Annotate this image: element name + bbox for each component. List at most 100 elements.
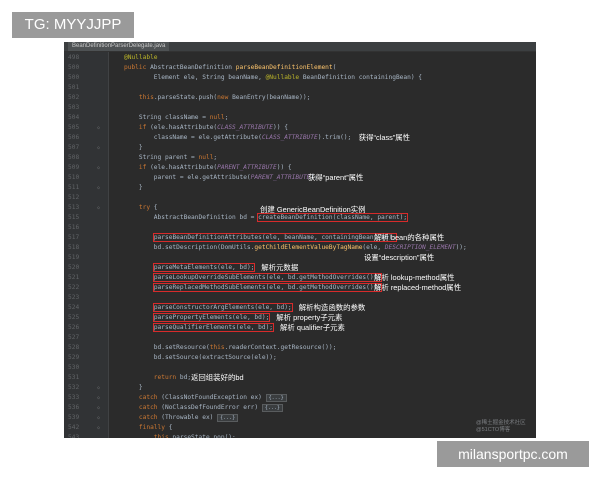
line-number: 503 [68,104,80,111]
line-number: 508 [68,154,80,161]
code-line[interactable]: 542 ◇ finally { [64,423,536,433]
code-token: String className = [124,114,210,121]
line-number: 526 [68,324,80,331]
highlighted-call: parseConstructorArgElements(ele, bd); [152,303,293,312]
code-line[interactable]: 520 parseMetaElements(ele, bd); [64,263,536,273]
code-text: parseReplacedMethodSubElements(ele, bd.g… [124,283,383,293]
code-line[interactable]: 519 [64,253,536,263]
editor-tab[interactable]: BeanDefinitionParserDelegate.java [68,42,170,51]
code-token: AbstractBeanDefinition [150,64,236,71]
code-line[interactable]: 512 [64,193,536,203]
line-number: 524 [68,304,80,311]
line-number: 509 [68,164,80,171]
code-line[interactable]: 498 @Nullable [64,53,536,63]
fold-marker-icon[interactable]: ◇ [97,203,103,213]
code-line[interactable]: 518 bd.setDescription(DomUtils.getChildE… [64,243,536,253]
code-text: String parent = null; [124,153,217,163]
code-line[interactable]: 506 className = ele.getAttribute(CLASS_A… [64,133,536,143]
code-line[interactable]: 515 AbstractBeanDefinition bd = createBe… [64,213,536,223]
code-line[interactable]: 532 ◇ } [64,383,536,393]
code-text: AbstractBeanDefinition bd = createBeanDe… [124,213,409,223]
code-text: bd.setResource(this.readerContext.getRes… [124,343,337,353]
annotation-note: 获得“class”属性 [358,133,411,142]
code-line[interactable]: 516 [64,223,536,233]
code-token: (ClassNotFoundException ex) [157,394,266,401]
code-token: public [124,64,151,71]
line-number: 523 [68,294,80,301]
code-token: (Throwable ex) [157,414,218,421]
code-line[interactable]: 527 [64,333,536,343]
code-text: } [124,143,143,153]
code-line[interactable]: 503 [64,103,536,113]
line-number: 500 [68,64,80,71]
fold-marker-icon[interactable]: ◇ [97,403,103,413]
fold-marker-icon[interactable]: ◇ [97,423,103,433]
code-line[interactable]: 543 this.parseState.pop(); [64,433,536,438]
code-token: this [124,94,154,101]
code-editor[interactable]: BeanDefinitionParserDelegate.java 498 @Nu… [64,42,536,438]
code-token: } [124,184,143,191]
code-line[interactable]: 500 Element ele, String beanName, @Nulla… [64,73,536,83]
code-token: new [217,94,233,101]
code-text: className = ele.getAttribute(CLASS_ATTRI… [124,133,351,143]
code-text: parsePropertyElements(ele, bd); [124,313,271,323]
code-token: bd.setDescription(DomUtils. [124,244,255,251]
code-token: (ele.hasAttribute( [146,164,218,171]
fold-marker-icon[interactable]: ◇ [97,393,103,403]
code-line[interactable]: 531 return bd; [64,373,536,383]
editor-tab-bar: BeanDefinitionParserDelegate.java [64,42,536,52]
code-line[interactable]: 528 bd.setResource(this.readerContext.ge… [64,343,536,353]
fold-marker-icon[interactable]: ◇ [97,183,103,193]
line-number: 505 [68,124,80,131]
code-token: PARENT_ATTRIBUTE [250,174,311,181]
annotation-note: 解析 bean的各种属性 [374,233,445,242]
collapsed-block[interactable]: {...} [217,414,239,422]
fold-marker-icon[interactable]: ◇ [97,383,103,393]
code-line[interactable]: 539 ◇ catch (Throwable ex) {...} [64,413,536,423]
code-token: (ele.hasAttribute( [146,124,218,131]
fold-marker-icon[interactable]: ◇ [97,123,103,133]
code-line[interactable]: 529 bd.setSource(extractSource(ele)); [64,353,536,363]
code-line[interactable]: 522 parseReplacedMethodSubElements(ele, … [64,283,536,293]
collapsed-block[interactable]: {...} [265,394,287,402]
code-token: parent = ele.getAttribute( [124,174,251,181]
fold-marker-icon[interactable]: ◇ [97,413,103,423]
code-line[interactable]: 504 String className = null; [64,113,536,123]
code-token: ; [224,114,229,121]
code-line[interactable]: 521 parseLookupOverrideSubElements(ele, … [64,273,536,283]
code-line[interactable]: 508 String parent = null; [64,153,536,163]
annotation-note: 解析 qualifier子元素 [280,323,345,332]
code-line[interactable]: 511 ◇ } [64,183,536,193]
code-token: catch [124,414,158,421]
code-line[interactable]: 509 ◇ if (ele.hasAttribute(PARENT_ATTRIBU… [64,163,536,173]
code-line[interactable]: 500 public AbstractBeanDefinition parseBe… [64,63,536,73]
line-number: 532 [68,384,80,391]
code-line[interactable]: 510 parent = ele.getAttribute(PARENT_ATT… [64,173,536,183]
code-line[interactable]: 533 ◇ catch (ClassNotFoundException ex) {… [64,393,536,403]
code-line[interactable]: 530 [64,363,536,373]
highlighted-call: parseQualifierElements(ele, bd); [152,323,275,332]
code-line[interactable]: 517 parseBeanDefinitionAttributes(ele, b… [64,233,536,243]
code-text: catch (NoClassDefFoundError err) {...} [124,403,283,413]
tag-banner: TG: MYYJJPP [12,12,134,38]
code-line[interactable]: 507 ◇ } [64,143,536,153]
collapsed-block[interactable]: {...} [261,404,283,412]
code-token: @Nullable [265,74,300,81]
code-token: BeanDefinition containingBean) { [299,74,423,81]
code-text: catch (ClassNotFoundException ex) {...} [124,393,287,403]
code-token: @Nullable [124,54,158,61]
code-line[interactable]: 523 [64,293,536,303]
code-token: bd.setResource( [124,344,210,351]
code-line[interactable]: 502 this.parseState.push(new BeanEntry(b… [64,93,536,103]
line-number: 529 [68,354,80,361]
code-line[interactable]: 501 [64,83,536,93]
fold-marker-icon[interactable]: ◇ [97,143,103,153]
code-token: catch [124,404,158,411]
code-line[interactable]: 505 ◇ if (ele.hasAttribute(CLASS_ATTRIBUT… [64,123,536,133]
code-text: } [124,183,143,193]
code-line[interactable]: 536 ◇ catch (NoClassDefFoundError err) {.… [64,403,536,413]
fold-marker-icon[interactable]: ◇ [97,163,103,173]
